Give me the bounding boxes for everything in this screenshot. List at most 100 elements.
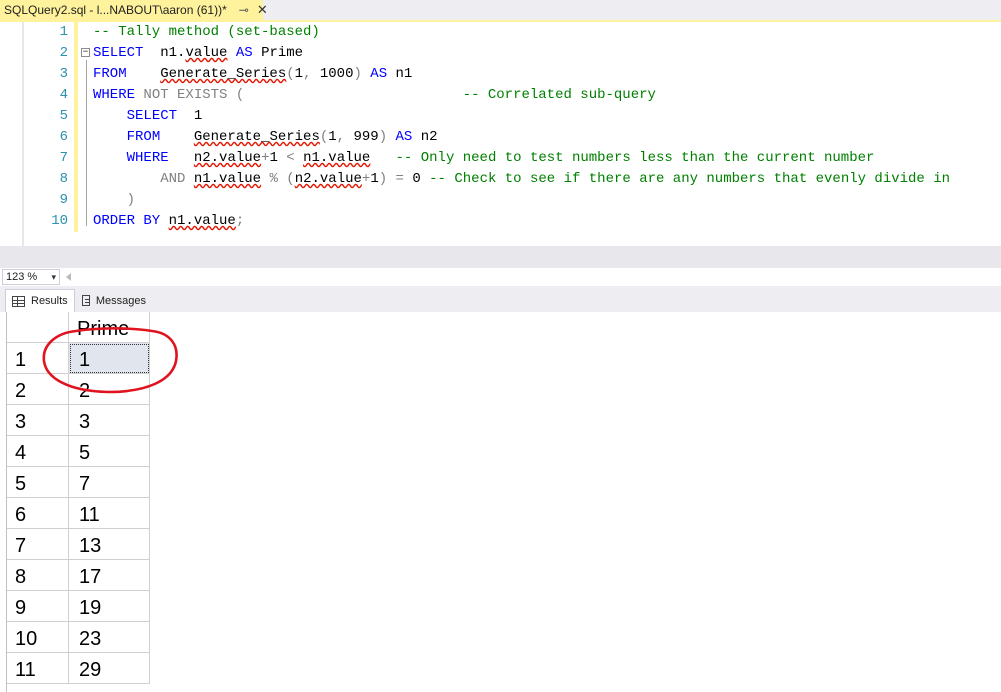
table-row[interactable]: 11 [7, 343, 150, 374]
code-token: 1000 [319, 66, 354, 82]
pin-icon[interactable]: ⊸ [239, 3, 249, 17]
code-token: ) [126, 192, 136, 208]
code-token: 1 [294, 66, 304, 82]
row-number[interactable]: 5 [7, 467, 69, 498]
zoom-value: 123 % [6, 271, 38, 283]
table-row[interactable]: 57 [7, 467, 150, 498]
code-token: AS [370, 66, 388, 82]
document-tab-title: SQLQuery2.sql - l...NABOUT\aaron (61))* [4, 3, 227, 17]
zoom-select[interactable]: 123 % ▾ [2, 269, 60, 285]
code-token: WHERE [93, 87, 136, 103]
row-number[interactable]: 2 [7, 374, 69, 405]
row-header-corner[interactable] [7, 312, 69, 343]
prime-cell[interactable]: 7 [69, 467, 150, 498]
code-line[interactable]: WHERE NOT EXISTS ( -- Correlated sub-que… [93, 85, 656, 106]
code-token: n2.value [193, 150, 262, 166]
prime-cell[interactable]: 2 [69, 374, 150, 405]
editor-horizontal-scrollbar[interactable] [0, 246, 1001, 268]
code-line[interactable]: SELECT 1 [93, 106, 203, 127]
table-row[interactable]: 7 13 [7, 529, 150, 560]
code-token: = [395, 171, 404, 187]
row-number[interactable]: 8 [7, 560, 69, 591]
table-row[interactable]: 33 [7, 405, 150, 436]
chevron-down-icon: ▾ [51, 272, 56, 282]
prime-cell[interactable]: 29 [69, 653, 150, 684]
tab-results-label: Results [31, 295, 68, 307]
line-number: 9 [59, 192, 68, 208]
row-number[interactable]: 6 [7, 498, 69, 529]
code-token: Generate_Series [160, 66, 287, 82]
row-number[interactable]: 1 [7, 343, 69, 374]
code-token: < [286, 150, 295, 166]
change-tracking-bar [74, 22, 78, 232]
table-row[interactable]: 45 [7, 436, 150, 467]
row-number[interactable]: 4 [7, 436, 69, 467]
code-line[interactable]: AND n1.value % (n2.value+1) = 0 -- Check… [93, 169, 950, 190]
prime-cell[interactable]: 19 [69, 591, 150, 622]
row-number[interactable]: 11 [7, 653, 69, 684]
table-row[interactable]: 10 23 [7, 622, 150, 653]
grid-icon [12, 295, 25, 307]
tab-messages-label: Messages [95, 294, 146, 307]
prime-cell[interactable]: 3 [69, 405, 150, 436]
collapse-outline-icon[interactable]: − [81, 48, 90, 57]
table-row[interactable]: 6 11 [7, 498, 150, 529]
code-token: NOT EXISTS ( [135, 87, 245, 103]
results-pane: Prime 1 1 2 2 3 3 4 5 5 7 6 11 7 13 8 17 9 19 10 23 11 29 [0, 312, 1001, 692]
row-number[interactable]: 3 [7, 405, 69, 436]
code-token: -- Correlated sub-query [462, 87, 656, 103]
code-token: SELECT [126, 108, 178, 124]
code-line[interactable]: FROM Generate_Series(1, 999) AS n2 [93, 127, 438, 148]
code-token: ) [378, 129, 396, 145]
code-token: 1 [370, 171, 379, 187]
code-line[interactable]: FROM Generate_Series(1, 1000) AS n1 [93, 64, 412, 85]
column-header-prime[interactable]: Prime [69, 312, 150, 343]
code-token: n1.value [193, 171, 262, 187]
table-row[interactable]: 9 19 [7, 591, 150, 622]
code-token: 0 [403, 171, 430, 187]
table-row[interactable]: 8 17 [7, 560, 150, 591]
code-token: % [261, 171, 287, 187]
code-token: n1. [143, 45, 186, 61]
code-token: ( [286, 171, 295, 187]
prime-cell[interactable]: 11 [69, 498, 150, 529]
prime-cell[interactable]: 13 [69, 529, 150, 560]
query-editor[interactable]: 1 2 3 4 5 6 7 8 9 10 − -- Tally method (set-based… [0, 22, 1001, 268]
code-line[interactable]: -- Tally method (set-based) [93, 22, 320, 43]
prime-cell[interactable]: 23 [69, 622, 150, 653]
editor-margin [22, 22, 24, 268]
prime-cell[interactable]: 5 [69, 436, 150, 467]
tab-results[interactable]: Results [5, 289, 75, 312]
prime-cell[interactable]: 1 [69, 343, 150, 374]
close-icon[interactable]: ✕ [257, 2, 268, 18]
scroll-left-arrow-icon[interactable] [66, 273, 74, 281]
code-token: 999 [353, 129, 379, 145]
code-token: AS [235, 45, 253, 61]
code-line[interactable]: ORDER BY n1.value; [93, 211, 244, 232]
code-token: FROM [93, 66, 127, 82]
row-number[interactable]: 10 [7, 622, 69, 653]
code-token: 1 [177, 108, 203, 124]
code-token: ) [353, 66, 371, 82]
row-number[interactable]: 9 [7, 591, 69, 622]
code-line[interactable]: SELECT n1.value AS Prime [93, 43, 303, 64]
code-token: Generate_Series [193, 129, 320, 145]
document-tab[interactable]: SQLQuery2.sql - l...NABOUT\aaron (61))* … [0, 0, 268, 21]
tab-messages[interactable]: Messages [76, 289, 152, 312]
row-number[interactable]: 7 [7, 529, 69, 560]
code-token: 1 [269, 150, 287, 166]
table-row[interactable]: 11 29 [7, 653, 150, 684]
prime-cell[interactable]: 17 [69, 560, 150, 591]
messages-icon [82, 295, 90, 306]
code-line[interactable]: ) [93, 190, 135, 211]
table-row[interactable]: 22 [7, 374, 150, 405]
code-line[interactable]: WHERE n2.value+1 < n1.value -- Only need… [93, 148, 875, 169]
